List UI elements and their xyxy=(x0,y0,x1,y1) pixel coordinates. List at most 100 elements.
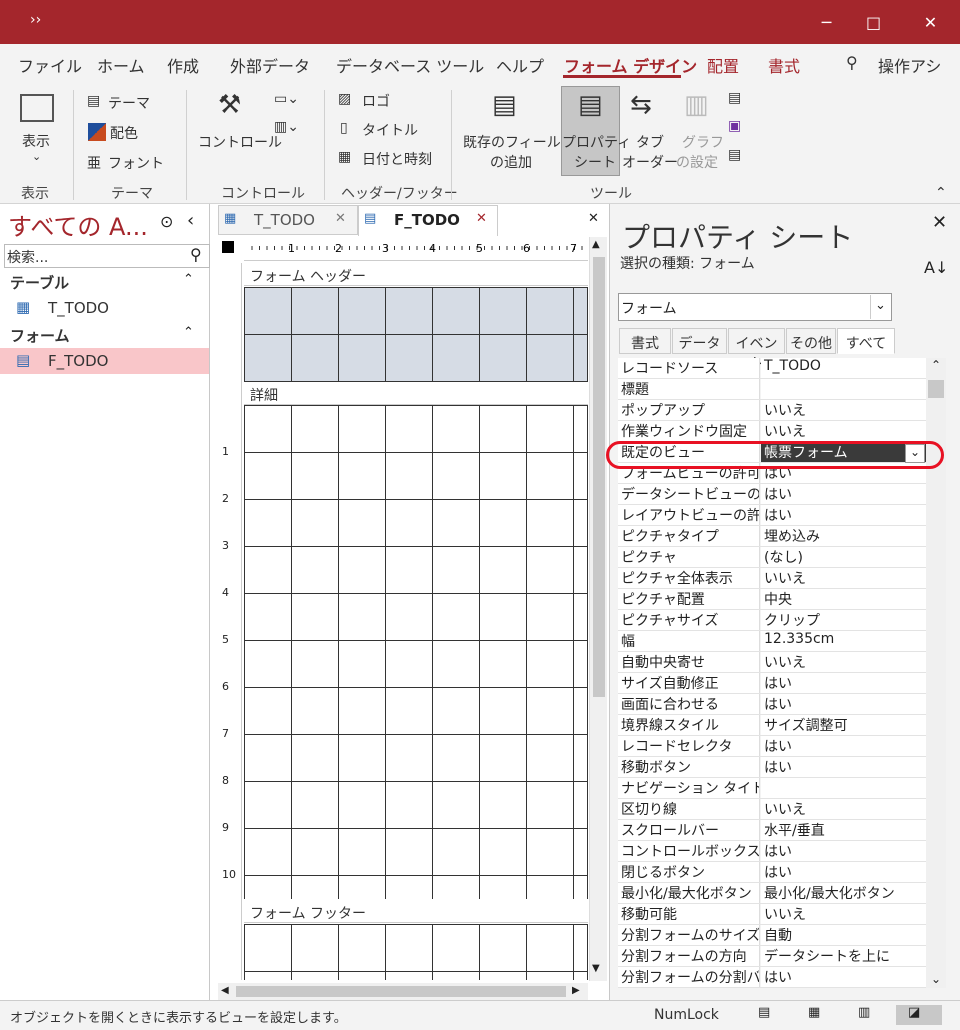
property-row[interactable]: 分割フォームの分割バー はい xyxy=(618,967,926,988)
detail-area[interactable] xyxy=(244,405,588,899)
insert-image-icon[interactable]: ▭⌄ xyxy=(274,91,299,107)
property-row[interactable]: ピクチャ全体表示 いいえ xyxy=(618,568,926,589)
property-row[interactable]: レコードソース T_TODO xyxy=(618,358,926,379)
nav-search-input[interactable]: 検索... xyxy=(4,244,210,268)
doc-tab-t-todo-label[interactable]: T_TODO xyxy=(254,211,315,239)
property-row[interactable]: 境界線スタイル サイズ調整可 xyxy=(618,715,926,736)
design-view-icon[interactable]: ◪ xyxy=(896,1005,942,1025)
maximize-button[interactable]: □ xyxy=(850,0,897,44)
property-row[interactable]: ピクチャ (なし) xyxy=(618,547,926,568)
close-document-icon[interactable]: ✕ xyxy=(588,211,599,226)
property-row[interactable]: ピクチャ配置 中央 xyxy=(618,589,926,610)
property-sheet-icon[interactable]: ▤ xyxy=(578,90,603,120)
property-row[interactable]: 最小化/最大化ボタン 最小化/最大化ボタン xyxy=(618,883,926,904)
property-value[interactable]: サイズ調整可 xyxy=(761,715,926,735)
scroll-up-icon[interactable]: ⌃ xyxy=(931,358,941,372)
property-row[interactable]: 幅 12.335cm xyxy=(618,631,926,652)
convert-macros-icon[interactable]: ▣ xyxy=(728,118,741,134)
horizontal-scrollbar[interactable] xyxy=(218,983,588,1000)
tab-format[interactable]: 書式 xyxy=(768,53,800,77)
prop-tab-other[interactable]: その他 xyxy=(786,328,836,354)
minimize-button[interactable]: ─ xyxy=(803,0,850,44)
tab-database-tools[interactable]: データベース ツール xyxy=(336,53,484,77)
form-selector[interactable] xyxy=(222,241,234,253)
property-row[interactable]: ナビゲーション タイトル xyxy=(618,778,926,799)
quick-access-overflow-icon[interactable]: ›› xyxy=(30,12,41,28)
tab-file[interactable]: ファイル xyxy=(18,53,82,77)
search-icon[interactable]: ⚲ xyxy=(190,245,202,264)
scroll-left-icon[interactable]: ◀ xyxy=(221,985,229,996)
close-tab-icon[interactable]: ✕ xyxy=(476,211,487,226)
nav-section-tables[interactable]: テーブル xyxy=(10,272,69,293)
property-row[interactable]: ピクチャタイプ 埋め込み xyxy=(618,526,926,547)
nav-pane-title[interactable]: すべての A... xyxy=(8,207,148,242)
property-row[interactable]: 移動ボタン はい xyxy=(618,757,926,778)
layout-view-icon[interactable]: ▦ xyxy=(808,1005,830,1025)
nav-section-forms[interactable]: フォーム xyxy=(10,325,70,346)
property-row[interactable]: 作業ウィンドウ固定 いいえ xyxy=(618,421,926,442)
property-value[interactable]: いいえ xyxy=(761,568,926,588)
add-fields-icon[interactable]: ▤ xyxy=(492,90,517,120)
view-button[interactable]: 表示 xyxy=(22,131,50,151)
add-existing-fields-button-line2[interactable]: の追加 xyxy=(490,152,532,172)
property-value[interactable]: はい xyxy=(761,757,926,777)
tab-order-button[interactable]: タブ xyxy=(636,132,664,152)
property-value[interactable]: はい xyxy=(761,841,926,861)
property-row[interactable]: ピクチャサイズ クリップ xyxy=(618,610,926,631)
property-row[interactable]: 閉じるボタン はい xyxy=(618,862,926,883)
scroll-down-icon[interactable]: ⌄ xyxy=(931,972,941,986)
collapse-ribbon-icon[interactable]: ⌃ xyxy=(935,185,947,201)
vertical-scrollbar[interactable] xyxy=(589,237,607,981)
controls-button[interactable]: コントロール xyxy=(198,132,282,152)
section-bar-detail[interactable]: 詳細 xyxy=(244,383,588,405)
property-value[interactable]: 中央 xyxy=(761,589,926,609)
property-value[interactable]: いいえ xyxy=(761,904,926,924)
property-value[interactable]: はい xyxy=(761,862,926,882)
tab-order-icon[interactable]: ⇆ xyxy=(630,90,652,120)
property-value[interactable]: はい xyxy=(761,505,926,525)
property-row[interactable]: データシートビューの許可はい xyxy=(618,484,926,505)
search-icon[interactable]: ⚲ xyxy=(846,53,858,72)
prop-tab-event[interactable]: イベント xyxy=(728,328,785,372)
property-value[interactable]: はい xyxy=(761,736,926,756)
property-value[interactable]: T_TODO xyxy=(761,358,926,378)
property-value[interactable]: はい xyxy=(761,694,926,714)
fonts-button[interactable]: フォント xyxy=(108,153,164,173)
add-column-icon[interactable]: ▥⌄ xyxy=(274,119,299,135)
property-row[interactable]: 区切り線 いいえ xyxy=(618,799,926,820)
property-row[interactable]: スクロールバー 水平/垂直 xyxy=(618,820,926,841)
form-view-icon[interactable]: ▤ xyxy=(758,1005,780,1025)
property-row[interactable]: コントロールボックス はい xyxy=(618,841,926,862)
property-row[interactable]: 画面に合わせる はい xyxy=(618,694,926,715)
tab-form-design[interactable]: フォーム デザイン xyxy=(564,53,697,77)
tab-help[interactable]: ヘルプ xyxy=(496,53,544,77)
design-grid-icon[interactable]: ▥ xyxy=(858,1005,880,1025)
prop-tab-format[interactable]: 書式 xyxy=(619,328,671,354)
prop-tab-all[interactable]: すべて xyxy=(837,328,895,354)
tab-external-data[interactable]: 外部データ xyxy=(230,53,310,77)
section-bar-form-footer[interactable]: フォーム フッター xyxy=(244,901,588,923)
subform-icon[interactable]: ▤ xyxy=(728,147,741,163)
logo-button[interactable]: ロゴ xyxy=(362,91,390,111)
property-row[interactable]: ポップアップ いいえ xyxy=(618,400,926,421)
doc-tab-f-todo-label[interactable]: F_TODO xyxy=(394,211,460,239)
property-value[interactable]: はい xyxy=(761,967,926,987)
scroll-down-icon[interactable]: ▼ xyxy=(592,963,600,974)
chevron-down-icon[interactable]: ⌄ xyxy=(870,295,890,319)
tab-arrange[interactable]: 配置 xyxy=(707,53,739,77)
view-code-icon[interactable]: ▤ xyxy=(728,90,741,106)
property-value[interactable] xyxy=(761,778,926,798)
form-header-area[interactable] xyxy=(244,287,588,382)
property-row[interactable]: 移動可能 いいえ xyxy=(618,904,926,925)
nav-menu-icon[interactable]: ⊙ xyxy=(160,212,173,231)
property-value[interactable]: 自動 xyxy=(761,925,926,945)
property-row[interactable]: サイズ自動修正 はい xyxy=(618,673,926,694)
property-value[interactable]: いいえ xyxy=(761,421,926,441)
property-row[interactable]: レコードセレクタ はい xyxy=(618,736,926,757)
close-pane-icon[interactable]: ✕ xyxy=(932,212,947,233)
property-row[interactable]: 分割フォームのサイズ 自動 xyxy=(618,925,926,946)
property-value[interactable]: 12.335cm xyxy=(761,631,926,651)
collapse-pane-icon[interactable]: ‹ xyxy=(187,210,194,231)
property-value[interactable]: はい xyxy=(761,484,926,504)
nav-item-f-todo[interactable]: ▤ F_TODO xyxy=(0,348,209,374)
